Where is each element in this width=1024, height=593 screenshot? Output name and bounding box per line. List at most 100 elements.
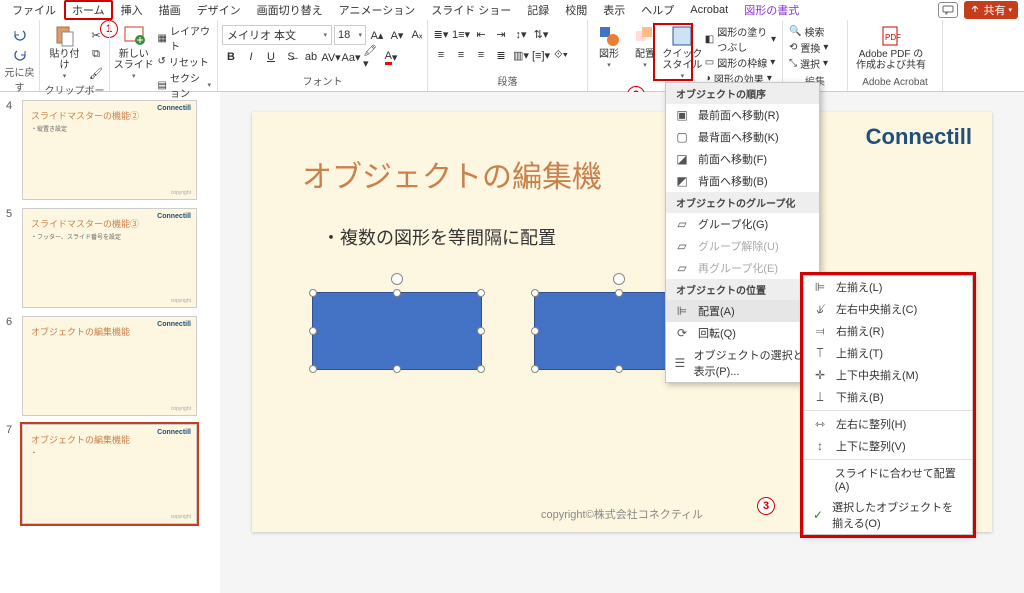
bring-forward-item[interactable]: ◪前面へ移動(F): [666, 148, 819, 170]
distribute-horiz-item[interactable]: ⇿左右に整列(H): [804, 413, 972, 435]
distribute-vert-icon: ↕: [812, 438, 828, 454]
align-middle-item[interactable]: ✛上下中央揃え(M): [804, 364, 972, 386]
ungroup-item: ▱グループ解除(U): [666, 235, 819, 257]
reset-button[interactable]: ↺リセット: [156, 54, 213, 69]
align-center-icon: ⫝̸: [812, 301, 828, 317]
align-left-item[interactable]: ⊫左揃え(L): [804, 276, 972, 298]
send-to-back-item[interactable]: ▢最背面へ移動(K): [666, 126, 819, 148]
italic-icon[interactable]: I: [242, 48, 260, 66]
paste-button[interactable]: 貼り付け▾: [44, 22, 85, 82]
find-button[interactable]: 🔍検索: [787, 24, 830, 39]
share-button[interactable]: 共有 ▾: [964, 1, 1018, 19]
bullets-icon[interactable]: ≣▾: [432, 25, 450, 43]
align-bottom-item[interactable]: ⟘下揃え(B): [804, 386, 972, 408]
menu-shape-format[interactable]: 図形の書式: [736, 1, 807, 19]
align-center-icon[interactable]: ≡: [452, 46, 470, 64]
section-button[interactable]: ▤セクション▾: [156, 70, 213, 100]
thumb-num: 6: [6, 316, 16, 416]
align-to-slide-item[interactable]: スライドに合わせて配置(A): [804, 462, 972, 496]
highlight-icon[interactable]: 🖍▾: [362, 48, 380, 66]
undo-icon[interactable]: [11, 26, 29, 44]
align-text-icon[interactable]: [≡]▾: [532, 46, 550, 64]
menu-view[interactable]: 表示: [595, 1, 633, 19]
replace-button[interactable]: ⟲置換▾: [787, 40, 830, 55]
menu-record[interactable]: 記録: [519, 1, 557, 19]
smartart-icon[interactable]: ⟐▾: [552, 46, 570, 64]
group-item[interactable]: ▱グループ化(G): [666, 213, 819, 235]
format-painter-icon[interactable]: 🖌: [87, 64, 105, 82]
bring-to-front-icon: ▣: [674, 107, 690, 123]
slide-thumbnail[interactable]: Connectill オブジェクトの編集機能 copyright: [22, 316, 197, 416]
font-size-combo[interactable]: 18▾: [334, 25, 366, 45]
bold-icon[interactable]: B: [222, 48, 240, 66]
rotate-submenu-item[interactable]: ⟳回転(Q)▸: [666, 322, 819, 344]
line-spacing-icon[interactable]: ↕▾: [512, 25, 530, 43]
underline-icon[interactable]: U: [262, 48, 280, 66]
align-center-item[interactable]: ⫝̸左右中央揃え(C): [804, 298, 972, 320]
shape-outline-button[interactable]: ▭図形の枠線▾: [703, 55, 778, 70]
font-color-icon[interactable]: A▾: [382, 48, 400, 66]
menu-review[interactable]: 校閲: [557, 1, 595, 19]
align-selected-item[interactable]: ✓選択したオブジェクトを揃える(O): [804, 496, 972, 534]
menu-separator: [804, 459, 972, 460]
shape-fill-button[interactable]: ◧図形の塗りつぶし▾: [703, 24, 778, 54]
align-submenu-item[interactable]: ⊫配置(A)▸: [666, 300, 819, 322]
menu-home[interactable]: ホーム: [64, 0, 113, 20]
distribute-vert-item[interactable]: ↕上下に整列(V): [804, 435, 972, 457]
menu-transitions[interactable]: 画面切り替え: [249, 1, 331, 19]
text-direction-icon[interactable]: ⇅▾: [532, 25, 550, 43]
layout-icon: ▦: [158, 33, 167, 44]
menu-draw[interactable]: 描画: [151, 1, 189, 19]
outline-icon: ▭: [705, 57, 714, 68]
slide-brand: Connectill: [866, 124, 972, 150]
find-icon: 🔍: [789, 26, 801, 37]
numbering-icon[interactable]: 1≡▾: [452, 25, 470, 43]
selection-pane-item[interactable]: ☰オブジェクトの選択と表示(P)...: [666, 344, 819, 382]
menu-insert[interactable]: 挿入: [113, 1, 151, 19]
comments-icon[interactable]: [938, 2, 958, 18]
rotate-icon: ⟳: [674, 325, 690, 341]
indent-inc-icon[interactable]: ⇥: [492, 25, 510, 43]
bring-to-front-item[interactable]: ▣最前面へ移動(R): [666, 104, 819, 126]
indent-dec-icon[interactable]: ⇤: [472, 25, 490, 43]
justify-icon[interactable]: ≣: [492, 46, 510, 64]
align-top-item[interactable]: ⟙上揃え(T): [804, 342, 972, 364]
menu-file[interactable]: ファイル: [4, 1, 64, 19]
shapes-button[interactable]: 図形▾: [592, 22, 626, 71]
menu-slideshow[interactable]: スライド ショー: [423, 1, 519, 19]
new-slide-button[interactable]: 新しい スライド▾: [114, 22, 154, 82]
increase-font-icon[interactable]: A▴: [368, 26, 386, 44]
selected-shape[interactable]: [312, 292, 482, 370]
align-right-icon: ⫤: [812, 323, 828, 339]
decrease-font-icon[interactable]: A▾: [388, 26, 406, 44]
send-backward-item[interactable]: ◩背面へ移動(B): [666, 170, 819, 192]
slide-thumbnail-pane[interactable]: 4 Connectill スライドマスターの機能② ・縦置き設定 copyrig…: [0, 92, 220, 593]
redo-icon[interactable]: [11, 46, 29, 64]
spacing-icon[interactable]: AV▾: [322, 48, 340, 66]
slide-thumbnail[interactable]: Connectill スライドマスターの機能③ ・フッター、スライド番号を設定 …: [22, 208, 197, 308]
align-right-icon[interactable]: ≡: [472, 46, 490, 64]
copy-icon[interactable]: ⧉: [87, 45, 105, 63]
align-left-icon[interactable]: ≡: [432, 46, 450, 64]
menu-animations[interactable]: アニメーション: [331, 1, 424, 19]
strike-icon[interactable]: S̶: [282, 48, 300, 66]
bring-forward-icon: ◪: [674, 151, 690, 167]
change-case-icon[interactable]: Aa▾: [342, 48, 360, 66]
align-right-item[interactable]: ⫤右揃え(R): [804, 320, 972, 342]
layout-button[interactable]: ▦レイアウト: [156, 23, 213, 53]
slide-thumbnail[interactable]: Connectill オブジェクトの編集機能 ・ copyright: [22, 424, 197, 524]
distribute-horiz-icon: ⇿: [812, 416, 828, 432]
menu-acrobat[interactable]: Acrobat: [682, 3, 736, 17]
new-slide-icon: [122, 24, 146, 48]
fill-icon: ◧: [705, 34, 714, 45]
cut-icon[interactable]: ✂: [87, 26, 105, 44]
adobe-pdf-button[interactable]: PDF Adobe PDF の作成および共有: [852, 22, 930, 73]
menu-help[interactable]: ヘルプ: [633, 1, 682, 19]
menu-design[interactable]: デザイン: [189, 1, 249, 19]
select-button[interactable]: ⤡選択▾: [787, 56, 830, 71]
columns-icon[interactable]: ▥▾: [512, 46, 530, 64]
shadow-icon[interactable]: ab: [302, 48, 320, 66]
slide-thumbnail[interactable]: Connectill スライドマスターの機能② ・縦置き設定 copyright: [22, 100, 197, 200]
font-name-combo[interactable]: メイリオ 本文▾: [222, 25, 332, 45]
clear-format-icon[interactable]: Aₓ: [408, 26, 426, 44]
